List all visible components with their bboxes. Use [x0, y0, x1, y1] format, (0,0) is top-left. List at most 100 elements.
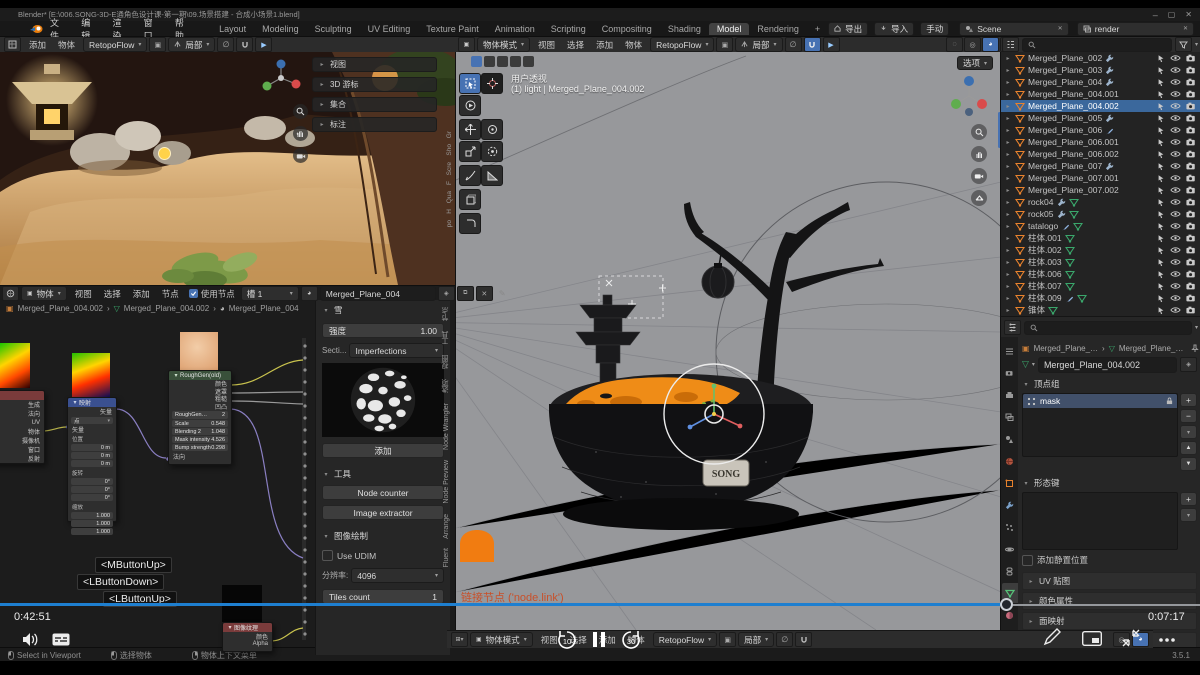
- selectable-pointer-icon[interactable]: [1157, 294, 1165, 303]
- tool-tweak[interactable]: [459, 95, 481, 116]
- zoom-icon[interactable]: [293, 104, 308, 119]
- sidebar-tab[interactable]: H: [446, 206, 453, 217]
- group-input-field[interactable]: Blending 21.048: [172, 428, 228, 435]
- shading-material-icon[interactable]: ◕: [982, 37, 999, 52]
- forward-30-icon[interactable]: 30: [620, 630, 642, 650]
- snap-magnet-icon[interactable]: [236, 37, 253, 52]
- sidebar-tab[interactable]: Node Preview: [443, 455, 450, 509]
- toggle-icon[interactable]: [523, 56, 534, 67]
- selectable-pointer-icon[interactable]: [1157, 78, 1165, 87]
- visibility-eye-icon[interactable]: [1170, 162, 1181, 170]
- render-camera-icon[interactable]: [1186, 210, 1196, 218]
- overlay-toggle-icon[interactable]: ▣: [149, 37, 166, 52]
- selectable-pointer-icon[interactable]: [1157, 174, 1165, 183]
- imperfection-preview[interactable]: [322, 363, 444, 437]
- node-output[interactable]: 颜色: [223, 632, 272, 640]
- outliner-row[interactable]: ▸ Merged_Plane_007.001: [1001, 172, 1200, 184]
- node-output[interactable]: UV: [0, 418, 44, 427]
- copy-icon[interactable]: ⧉: [457, 286, 474, 301]
- outliner-row[interactable]: ▸ 柱体.002: [1001, 244, 1200, 256]
- retopoflow-menu[interactable]: RetopoFlow▾: [83, 37, 147, 52]
- render-camera-icon[interactable]: [1186, 102, 1196, 110]
- overlay-toggle-icon[interactable]: ▣: [716, 37, 733, 52]
- render-camera-icon[interactable]: [1186, 54, 1196, 62]
- sidebar-tab[interactable]: Gr: [446, 128, 453, 141]
- node-output[interactable]: 矢量: [68, 407, 116, 416]
- object-name-field[interactable]: Merged_Plane_004.002: [1038, 357, 1177, 373]
- selectable-pointer-icon[interactable]: [1157, 150, 1165, 159]
- expand-caret-icon[interactable]: ▸: [1004, 211, 1012, 218]
- node-output[interactable]: 窗口: [0, 445, 44, 454]
- tab-world[interactable]: [1002, 451, 1018, 471]
- sidebar-tab[interactable]: F: [446, 178, 453, 188]
- add-shape-key-button[interactable]: +: [1180, 492, 1197, 506]
- selectable-pointer-icon[interactable]: [1157, 54, 1165, 63]
- toggle-active-icon[interactable]: [471, 56, 482, 67]
- workspace-tab[interactable]: Model: [709, 23, 750, 35]
- visibility-eye-icon[interactable]: [1170, 66, 1181, 74]
- workspace-tab[interactable]: Layout: [211, 23, 254, 35]
- vertex-group-name[interactable]: mask: [1040, 396, 1060, 406]
- move-down-button[interactable]: ▼: [1180, 457, 1197, 471]
- texcoord-node[interactable]: 生成法向UV物体摄像机窗口反射: [0, 390, 45, 464]
- tool-button[interactable]: Image extractor: [322, 505, 444, 520]
- selectable-pointer-icon[interactable]: [1157, 258, 1165, 267]
- render-camera-icon[interactable]: [1186, 270, 1196, 278]
- workspace-tab[interactable]: +: [807, 23, 828, 35]
- paint-panel-header[interactable]: ▾图像绘制: [322, 530, 444, 542]
- remove-vertex-group-button[interactable]: −: [1180, 409, 1197, 423]
- selectable-pointer-icon[interactable]: [1157, 138, 1165, 147]
- add-button[interactable]: 添加: [322, 443, 444, 458]
- mapping-node-header[interactable]: ▾映射: [68, 398, 116, 407]
- outliner-row[interactable]: ▸ Merged_Plane_007.002: [1001, 184, 1200, 196]
- expand-caret-icon[interactable]: ▸: [1004, 67, 1012, 74]
- node-output[interactable]: 反射: [0, 454, 44, 463]
- workspace-tab[interactable]: Scripting: [543, 23, 594, 35]
- visibility-eye-icon[interactable]: [1170, 102, 1181, 110]
- outliner-row[interactable]: ▸ 柱体.007: [1001, 280, 1200, 292]
- group-node[interactable]: ▾RoughGen(old) 颜色遮罩粗糙凹凸 RoughGen…2 Scale…: [168, 370, 232, 465]
- sidebar-tab[interactable]: Sho: [446, 141, 453, 159]
- properties-editor-icon[interactable]: [1004, 320, 1021, 335]
- tool-move[interactable]: [459, 119, 481, 140]
- exit-fullscreen-icon[interactable]: [1122, 629, 1140, 647]
- tiles-count-field[interactable]: Tiles count1: [322, 589, 444, 604]
- retopoflow-menu[interactable]: RetopoFlow▾: [653, 632, 717, 647]
- sidebar-tab[interactable]: 视图: [441, 350, 451, 374]
- left-nav-gizmo[interactable]: [258, 58, 304, 98]
- toggle-icon[interactable]: [484, 56, 495, 67]
- workspace-tab[interactable]: Compositing: [594, 23, 660, 35]
- shape-keys-list[interactable]: [1022, 492, 1178, 550]
- orientation-dropdown[interactable]: 局部▾: [735, 37, 782, 52]
- visibility-eye-icon[interactable]: [1170, 294, 1181, 302]
- visibility-eye-icon[interactable]: [1170, 126, 1181, 134]
- sidebar-tab[interactable]: Node Wrangler: [443, 398, 450, 455]
- fake-user-shield-icon[interactable]: ◈: [1180, 357, 1197, 372]
- filter-icon[interactable]: [1175, 37, 1192, 52]
- visibility-eye-icon[interactable]: [1170, 258, 1181, 266]
- tab-object[interactable]: [1002, 473, 1018, 493]
- outliner-row[interactable]: ▸ 柱体.006: [1001, 268, 1200, 280]
- outliner[interactable]: ▸ Merged_Plane_002: [1000, 52, 1200, 316]
- expand-caret-icon[interactable]: ▸: [1004, 91, 1012, 98]
- render-camera-icon[interactable]: [1186, 126, 1196, 134]
- captions-icon[interactable]: [52, 633, 70, 647]
- render-camera-icon[interactable]: [1186, 306, 1196, 314]
- node-input[interactable]: 法向: [169, 452, 231, 460]
- shader-editor-icon[interactable]: [2, 286, 19, 301]
- group-input-field[interactable]: Bump strength0.298: [172, 444, 228, 451]
- ortho-grid-icon[interactable]: [971, 190, 987, 206]
- render-camera-icon[interactable]: [1186, 78, 1196, 86]
- sidebar-tab[interactable]: Arrange: [443, 509, 450, 544]
- rot-x[interactable]: 0°: [71, 478, 113, 485]
- panel-section-collapsed[interactable]: ▸ 颜色属性: [1022, 592, 1197, 610]
- outliner-row[interactable]: ▸ Merged_Plane_002: [1001, 52, 1200, 64]
- workspace-tab[interactable]: Texture Paint: [418, 23, 487, 35]
- use-nodes-toggle[interactable]: 使用节点: [189, 288, 235, 300]
- expand-caret-icon[interactable]: ▸: [1004, 235, 1012, 242]
- visibility-eye-icon[interactable]: [1170, 246, 1181, 254]
- expand-caret-icon[interactable]: ▸: [1004, 307, 1012, 314]
- chevron-down-icon[interactable]: ▾: [1195, 324, 1198, 331]
- orientation-dropdown[interactable]: 局部▾: [738, 632, 774, 647]
- menu-item[interactable]: 添加: [590, 39, 619, 51]
